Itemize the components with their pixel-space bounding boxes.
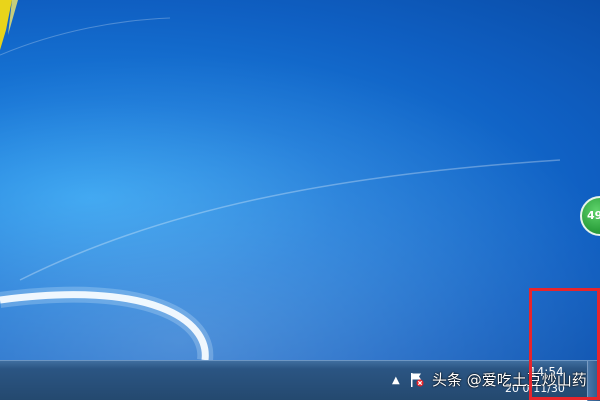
wallpaper-swoosh <box>0 0 600 360</box>
show-hidden-icons-arrow-icon[interactable]: ▲ <box>392 375 400 386</box>
action-center-flag-icon[interactable] <box>410 372 424 388</box>
badge-count: 49 <box>587 209 600 222</box>
desktop-wallpaper <box>0 0 600 360</box>
red-highlight-box <box>529 288 600 400</box>
